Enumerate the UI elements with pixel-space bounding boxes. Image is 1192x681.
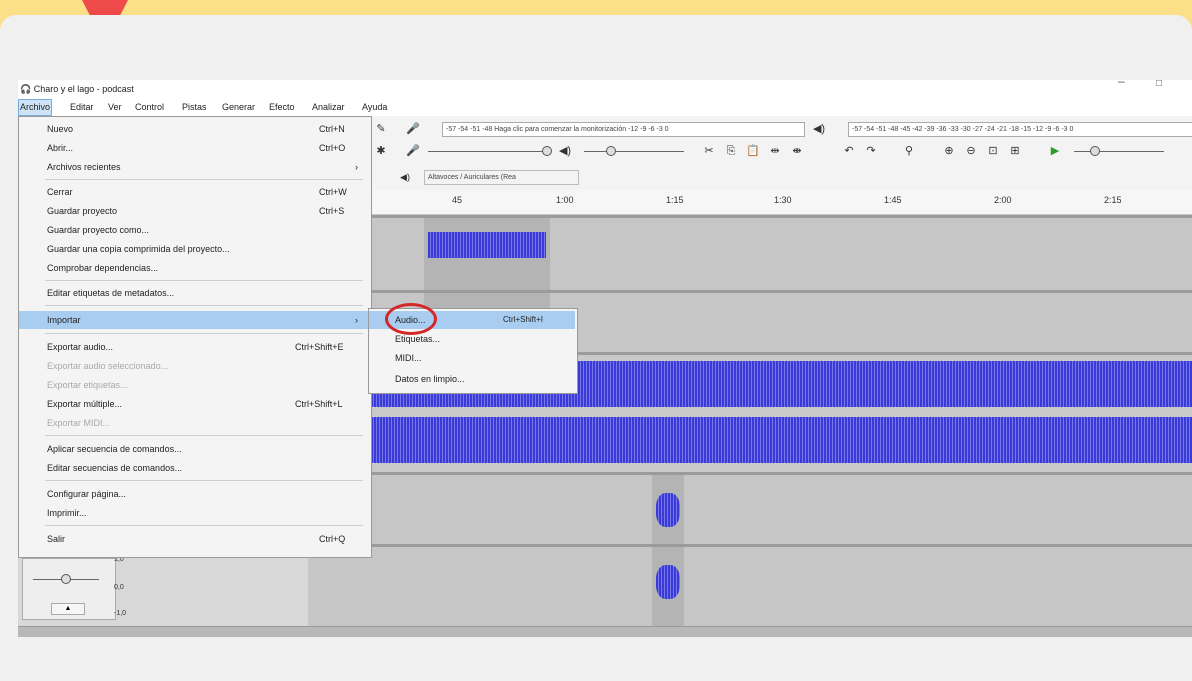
output-device-select[interactable]: Altavoces / Auriculares (Rea [424, 170, 579, 185]
multi-tool-icon[interactable]: ✱ [372, 142, 390, 160]
speaker-icon[interactable]: ◀) [810, 120, 828, 138]
audio-track-1[interactable] [308, 215, 1192, 290]
submenu-item-midi[interactable]: MIDI... [369, 350, 575, 366]
menu-item-exportar-multiple[interactable]: Exportar múltiple... Ctrl+Shift+L [19, 396, 369, 412]
menu-item-exportar-seleccionado: Exportar audio seleccionado... [47, 361, 169, 371]
audio-clip[interactable] [652, 475, 684, 545]
ruler-tick: 1:15 [666, 195, 684, 205]
menu-item-nuevo[interactable]: Nuevo Ctrl+N [19, 121, 369, 137]
ruler-tick: 1:30 [774, 195, 792, 205]
track-control-panel: ▲ 1,0 0,0 -1,0 [18, 556, 308, 637]
waveform [656, 493, 680, 527]
microphone-volume-icon: 🎤 [406, 145, 420, 157]
menu-item-editar-secuencias[interactable]: Editar secuencias de comandos... [19, 460, 369, 476]
menu-efecto[interactable]: Efecto [269, 98, 295, 116]
playback-meter[interactable]: -57 -54 -51 -48 -45 -42 -39 -36 -33 -30 … [848, 122, 1192, 137]
toolbar-area: ✎ ✱ 🎤 -57 -54 -51 -48 Haga clic para com… [370, 116, 1192, 198]
menu-item-guardar-copia[interactable]: Guardar una copia comprimida del proyect… [19, 241, 369, 257]
ruler-tick: 1:00 [556, 195, 574, 205]
menu-item-exportar-etiquetas: Exportar etiquetas... [47, 380, 128, 390]
gain-knob[interactable] [61, 574, 71, 584]
menu-bar: Archivo Editar Ver Control Pistas Genera… [18, 98, 1192, 116]
copy-icon[interactable]: ⎘ [722, 142, 740, 160]
audacity-window: 🎧 Charo y el lago - podcast – □ Archivo … [18, 80, 1192, 637]
menu-archivo[interactable]: Archivo [18, 99, 53, 116]
scale-label: 0,0 [114, 584, 124, 591]
menu-editar[interactable]: Editar [70, 98, 94, 116]
record-volume-knob[interactable] [542, 146, 552, 156]
gain-box: ▲ [22, 558, 116, 620]
redo-icon[interactable]: ↷ [862, 142, 880, 160]
ruler-tick: 1:45 [884, 195, 902, 205]
playback-volume-icon: ◀) [558, 145, 572, 157]
menu-analizar[interactable]: Analizar [312, 98, 345, 116]
menu-item-archivos-recientes[interactable]: Archivos recientes › [19, 159, 369, 175]
ruler-tick: 2:15 [1104, 195, 1122, 205]
maximize-button[interactable]: □ [1156, 80, 1162, 89]
scale-label: -1,0 [114, 610, 127, 617]
ruler-tick: 45 [452, 195, 463, 205]
submenu-item-datos-en-limpio[interactable]: Datos en limpio... [369, 371, 575, 387]
audio-clip[interactable] [652, 547, 684, 629]
menu-item-editar-etiquetas[interactable]: Editar etiquetas de metadatos... [19, 285, 369, 301]
draw-tool-icon[interactable]: ✎ [372, 120, 390, 138]
title-bar: 🎧 Charo y el lago - podcast [18, 80, 1192, 98]
zoom-in-icon[interactable]: ⊕ [940, 142, 958, 160]
audio-clip[interactable] [424, 218, 550, 290]
menu-item-comprobar-dependencias[interactable]: Comprobar dependencias... [19, 260, 369, 276]
play-at-speed-icon[interactable]: ▶ [1046, 142, 1064, 160]
file-menu: Nuevo Ctrl+N Abrir... Ctrl+O Archivos reci… [18, 116, 372, 558]
playback-volume-knob[interactable] [606, 146, 616, 156]
audio-track-5[interactable] [308, 544, 1192, 629]
status-strip [18, 626, 1192, 637]
menu-control[interactable]: Control [135, 98, 164, 116]
zoom-out-icon[interactable]: ⊖ [962, 142, 980, 160]
waveform [308, 417, 1192, 463]
play-speed-slider[interactable] [1074, 151, 1164, 152]
menu-item-abrir[interactable]: Abrir... Ctrl+O [19, 140, 369, 156]
timeline-ruler[interactable]: 45 1:00 1:15 1:30 1:45 2:00 2:15 [370, 190, 1192, 215]
menu-ayuda[interactable]: Ayuda [362, 98, 387, 116]
highlight-circle [385, 303, 437, 335]
minimize-button[interactable]: – [1118, 80, 1125, 88]
headphones-icon: 🎧 [20, 84, 32, 94]
menu-ver[interactable]: Ver [108, 98, 122, 116]
collapse-icon[interactable]: ▲ [51, 603, 85, 615]
record-volume-slider[interactable] [428, 151, 548, 152]
silence-icon[interactable]: ⇼ [788, 142, 806, 160]
menu-item-guardar-como[interactable]: Guardar proyecto como... [19, 222, 369, 238]
microphone-icon[interactable]: 🎤 [404, 120, 422, 138]
ruler-tick: 2:00 [994, 195, 1012, 205]
output-device-icon: ◀) [400, 172, 410, 182]
menu-item-guardar-proyecto[interactable]: Guardar proyecto Ctrl+S [19, 203, 369, 219]
cut-icon[interactable]: ✂ [700, 142, 718, 160]
audio-track-4[interactable] [308, 472, 1192, 545]
paste-icon[interactable]: 📋 [744, 142, 762, 160]
menu-item-imprimir[interactable]: Imprimir... [19, 505, 369, 521]
waveform [428, 232, 546, 258]
menu-item-salir[interactable]: Salir Ctrl+Q [19, 531, 369, 547]
menu-item-exportar-midi: Exportar MIDI... [47, 418, 111, 428]
menu-item-exportar-audio[interactable]: Exportar audio... Ctrl+Shift+E [19, 339, 369, 355]
waveform [656, 565, 680, 599]
menu-pistas[interactable]: Pistas [182, 98, 207, 116]
play-speed-knob[interactable] [1090, 146, 1100, 156]
sync-lock-icon[interactable]: ⚲ [900, 142, 918, 160]
menu-item-cerrar[interactable]: Cerrar Ctrl+W [19, 184, 369, 200]
record-meter[interactable]: -57 -54 -51 -48 Haga clic para comenzar … [442, 122, 805, 137]
menu-generar[interactable]: Generar [222, 98, 255, 116]
fit-project-icon[interactable]: ⊞ [1006, 142, 1024, 160]
menu-item-importar[interactable]: Importar › [19, 311, 369, 329]
menu-item-aplicar-secuencia[interactable]: Aplicar secuencia de comandos... [19, 441, 369, 457]
window-title: Charo y el lago - podcast [33, 84, 134, 94]
menu-item-configurar-pagina[interactable]: Configurar página... [19, 486, 369, 502]
trim-icon[interactable]: ⇹ [766, 142, 784, 160]
playback-volume-slider[interactable] [584, 151, 684, 152]
fit-selection-icon[interactable]: ⊡ [984, 142, 1002, 160]
undo-icon[interactable]: ↶ [840, 142, 858, 160]
